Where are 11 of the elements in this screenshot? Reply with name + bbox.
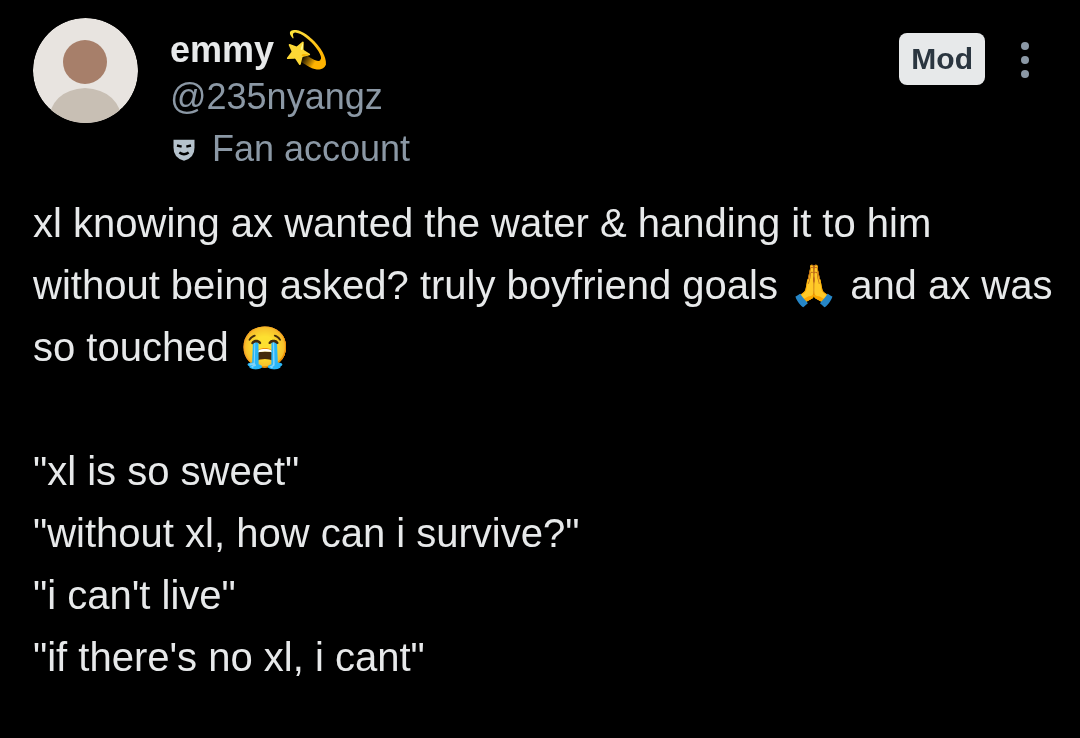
quote-line: "if there's no xl, i cant" <box>33 634 426 681</box>
more-options-icon[interactable] <box>1020 40 1030 80</box>
quote-line: "i can't live" <box>33 572 237 619</box>
quote-line: "xl is so sweet" <box>33 448 301 495</box>
account-label: Fan account <box>212 127 411 171</box>
mod-badge: Mod <box>899 33 985 85</box>
avatar[interactable] <box>33 18 138 123</box>
quote-line: "without xl, how can i survive?" <box>33 510 581 557</box>
user-handle[interactable]: @235nyangz <box>170 72 411 122</box>
tweet-text: xl knowing ax wanted the water & handing it to him without being asked? truly boyfriend goals 🙏 and ax was so touched 😭 <box>33 200 1053 372</box>
display-name[interactable]: emmy 💫 <box>170 28 411 72</box>
